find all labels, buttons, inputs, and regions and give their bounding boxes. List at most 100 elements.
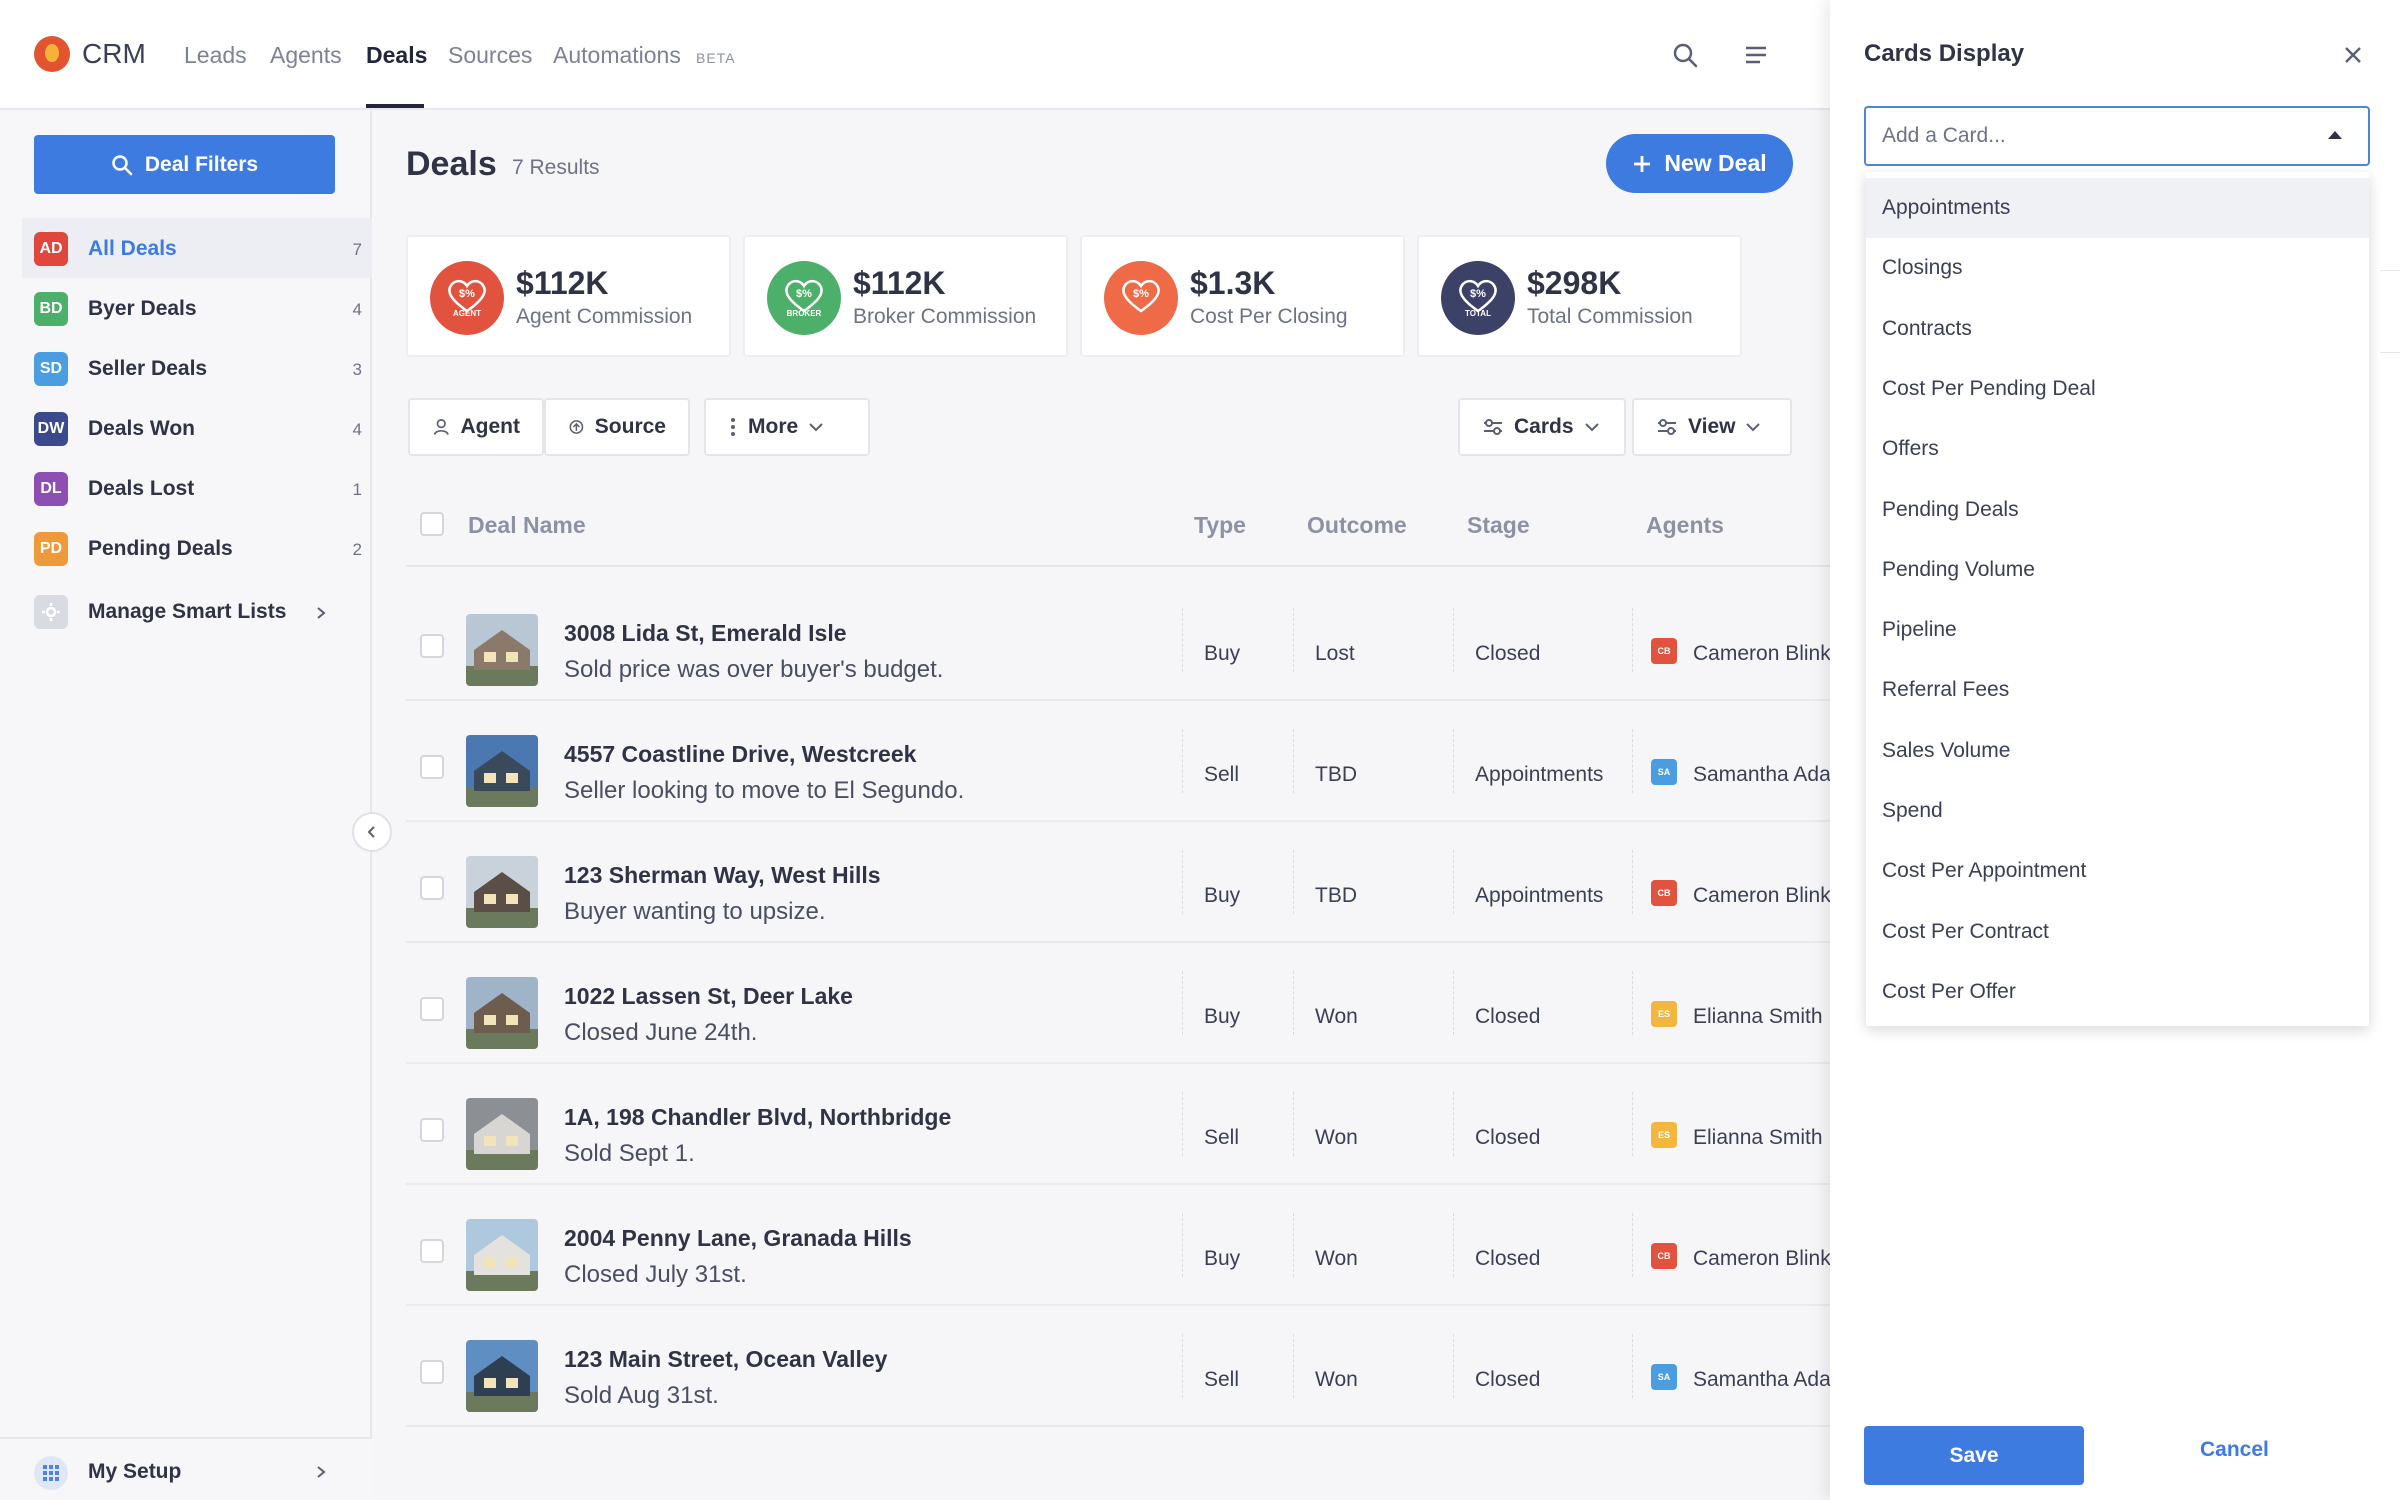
dropdown-option[interactable]: Cost Per Contract bbox=[1866, 902, 2369, 962]
table-row[interactable]: 1A, 198 Chandler Blvd, Northbridge Sold S… bbox=[406, 1064, 1830, 1185]
sidebar-item-byer-deals[interactable]: BD Byer Deals 4 bbox=[34, 292, 362, 326]
dropdown-option[interactable]: Closings bbox=[1866, 238, 2369, 298]
beta-badge: BETA bbox=[696, 50, 736, 66]
table-row[interactable]: 2004 Penny Lane, Granada Hills Closed Jul… bbox=[406, 1185, 1831, 1306]
sidebar-item-pending-deals[interactable]: PD Pending Deals 2 bbox=[34, 532, 362, 566]
deal-title[interactable]: 3008 Lida St, Emerald Isle bbox=[564, 620, 847, 647]
close-icon[interactable] bbox=[2340, 42, 2366, 68]
column-outcome[interactable]: Outcome bbox=[1307, 512, 1407, 539]
dropdown-option[interactable]: Contracts bbox=[1866, 299, 2369, 359]
sliders-icon bbox=[1658, 419, 1676, 435]
property-photo bbox=[466, 1219, 538, 1291]
table-row[interactable]: 4557 Coastline Drive, Westcreek Seller lo… bbox=[406, 701, 1859, 822]
agent-avatar: ES bbox=[1651, 1001, 1677, 1027]
deal-title[interactable]: 123 Sherman Way, West Hills bbox=[564, 862, 881, 889]
row-checkbox[interactable] bbox=[420, 1360, 444, 1384]
collapse-sidebar-button[interactable] bbox=[352, 812, 392, 852]
column-divider bbox=[1182, 729, 1183, 793]
search-icon[interactable] bbox=[1672, 42, 1698, 68]
column-divider bbox=[1632, 850, 1633, 914]
deal-title[interactable]: 1022 Lassen St, Deer Lake bbox=[564, 983, 853, 1010]
dropdown-option[interactable]: Cost Per Pending Deal bbox=[1866, 359, 2369, 419]
cards-dropdown-button[interactable]: Cards bbox=[1458, 398, 1626, 456]
column-divider bbox=[1182, 608, 1183, 672]
my-setup[interactable]: My Setup bbox=[0, 1437, 372, 1500]
menu-icon[interactable] bbox=[1744, 44, 1768, 66]
dropdown-option[interactable]: Pipeline bbox=[1866, 600, 2369, 660]
dropdown-option[interactable]: Pending Volume bbox=[1866, 540, 2369, 600]
deal-agent[interactable]: Elianna Smith bbox=[1693, 1126, 1823, 1150]
column-stage[interactable]: Stage bbox=[1467, 512, 1530, 539]
my-setup-label: My Setup bbox=[88, 1460, 182, 1483]
deal-agent[interactable]: Cameron Blink bbox=[1693, 1247, 1831, 1271]
stat-card[interactable]: $% AGENT $112K Agent Commission bbox=[406, 235, 731, 357]
dropdown-option[interactable]: Cost Per Offer bbox=[1866, 962, 2369, 1022]
property-photo bbox=[466, 977, 538, 1049]
column-divider bbox=[1182, 1092, 1183, 1156]
cancel-button[interactable]: Cancel bbox=[2200, 1438, 2269, 1462]
row-checkbox[interactable] bbox=[420, 755, 444, 779]
deal-outcome: Lost bbox=[1315, 642, 1355, 665]
table-row[interactable]: 123 Sherman Way, West Hills Buyer wanting… bbox=[406, 822, 1831, 943]
column-agents[interactable]: Agents bbox=[1646, 512, 1724, 539]
dropdown-option[interactable]: Appointments bbox=[1866, 178, 2369, 238]
column-deal-name[interactable]: Deal Name bbox=[468, 512, 586, 539]
dropdown-option[interactable]: Pending Deals bbox=[1866, 480, 2369, 540]
nav-automations[interactable]: Automations bbox=[553, 42, 681, 69]
stat-label: Broker Commission bbox=[853, 305, 1037, 328]
save-button[interactable]: Save bbox=[1864, 1426, 2084, 1485]
deal-agent[interactable]: Cameron Blink bbox=[1693, 884, 1831, 908]
stat-card[interactable]: $% $1.3K Cost Per Closing bbox=[1080, 235, 1405, 357]
row-checkbox[interactable] bbox=[420, 1118, 444, 1142]
column-divider bbox=[1293, 1092, 1294, 1156]
column-divider bbox=[1632, 971, 1633, 1035]
row-checkbox[interactable] bbox=[420, 997, 444, 1021]
sidebar-item-deals-lost[interactable]: DL Deals Lost 1 bbox=[34, 472, 362, 506]
dropdown-option[interactable]: Offers bbox=[1866, 419, 2369, 479]
sidebar-item-seller-deals[interactable]: SD Seller Deals 3 bbox=[34, 352, 362, 386]
deal-agent[interactable]: Elianna Smith bbox=[1693, 1005, 1823, 1029]
sidebar-item-label: Seller Deals bbox=[88, 357, 208, 380]
commission-icon: $% bbox=[1104, 261, 1178, 335]
nav-agents[interactable]: Agents bbox=[270, 42, 342, 69]
svg-text:$%: $% bbox=[796, 288, 812, 300]
more-dropdown-button[interactable]: More bbox=[704, 398, 870, 456]
new-deal-button[interactable]: New Deal bbox=[1606, 134, 1793, 193]
row-checkbox[interactable] bbox=[420, 634, 444, 658]
nav-deals[interactable]: Deals bbox=[366, 42, 427, 69]
row-checkbox[interactable] bbox=[420, 876, 444, 900]
stat-card[interactable]: $% BROKER $112K Broker Commission bbox=[743, 235, 1068, 357]
dropdown-option[interactable]: Referral Fees bbox=[1866, 660, 2369, 720]
deal-subtitle: Sold price was over buyer's budget. bbox=[564, 656, 944, 683]
column-type[interactable]: Type bbox=[1194, 512, 1246, 539]
deal-title[interactable]: 123 Main Street, Ocean Valley bbox=[564, 1346, 887, 1373]
crm-logo-icon[interactable] bbox=[34, 36, 70, 72]
sidebar-item-all-deals[interactable]: AD All Deals 7 bbox=[34, 232, 362, 266]
source-label: Source bbox=[594, 415, 666, 438]
source-filter-button[interactable]: Source bbox=[544, 398, 690, 456]
deal-title[interactable]: 2004 Penny Lane, Granada Hills bbox=[564, 1225, 912, 1252]
deal-subtitle: Buyer wanting to upsize. bbox=[564, 898, 826, 925]
select-all-checkbox[interactable] bbox=[420, 512, 444, 536]
deal-type: Sell bbox=[1204, 1126, 1240, 1149]
row-checkbox[interactable] bbox=[420, 1239, 444, 1263]
table-row[interactable]: 1022 Lassen St, Deer Lake Closed June 24t… bbox=[406, 943, 1830, 1064]
deal-title[interactable]: 4557 Coastline Drive, Westcreek bbox=[564, 741, 916, 768]
stat-amount: $112K bbox=[853, 265, 946, 301]
deal-title[interactable]: 1A, 198 Chandler Blvd, Northbridge bbox=[564, 1104, 951, 1131]
dropdown-option[interactable]: Cost Per Appointment bbox=[1866, 841, 2369, 901]
add-card-placeholder: Add a Card... bbox=[1882, 124, 2006, 147]
dropdown-option[interactable]: Sales Volume bbox=[1866, 721, 2369, 781]
table-row[interactable]: 123 Main Street, Ocean Valley Sold Aug 31… bbox=[406, 1306, 1859, 1427]
agent-filter-button[interactable]: Agent bbox=[408, 398, 544, 456]
nav-leads[interactable]: Leads bbox=[184, 42, 247, 69]
deal-agent[interactable]: Cameron Blink bbox=[1693, 642, 1831, 666]
view-dropdown-button[interactable]: View bbox=[1632, 398, 1792, 456]
dropdown-option[interactable]: Spend bbox=[1866, 781, 2369, 841]
sidebar-item-deals-won[interactable]: DW Deals Won 4 bbox=[34, 412, 362, 446]
deal-subtitle: Closed June 24th. bbox=[564, 1019, 758, 1046]
stat-card[interactable]: $% TOTAL $298K Total Commission bbox=[1417, 235, 1742, 357]
table-row[interactable]: 3008 Lida St, Emerald Isle Sold price was… bbox=[406, 580, 1831, 701]
nav-sources[interactable]: Sources bbox=[448, 42, 532, 69]
deal-filters-button[interactable]: Deal Filters bbox=[34, 135, 335, 194]
